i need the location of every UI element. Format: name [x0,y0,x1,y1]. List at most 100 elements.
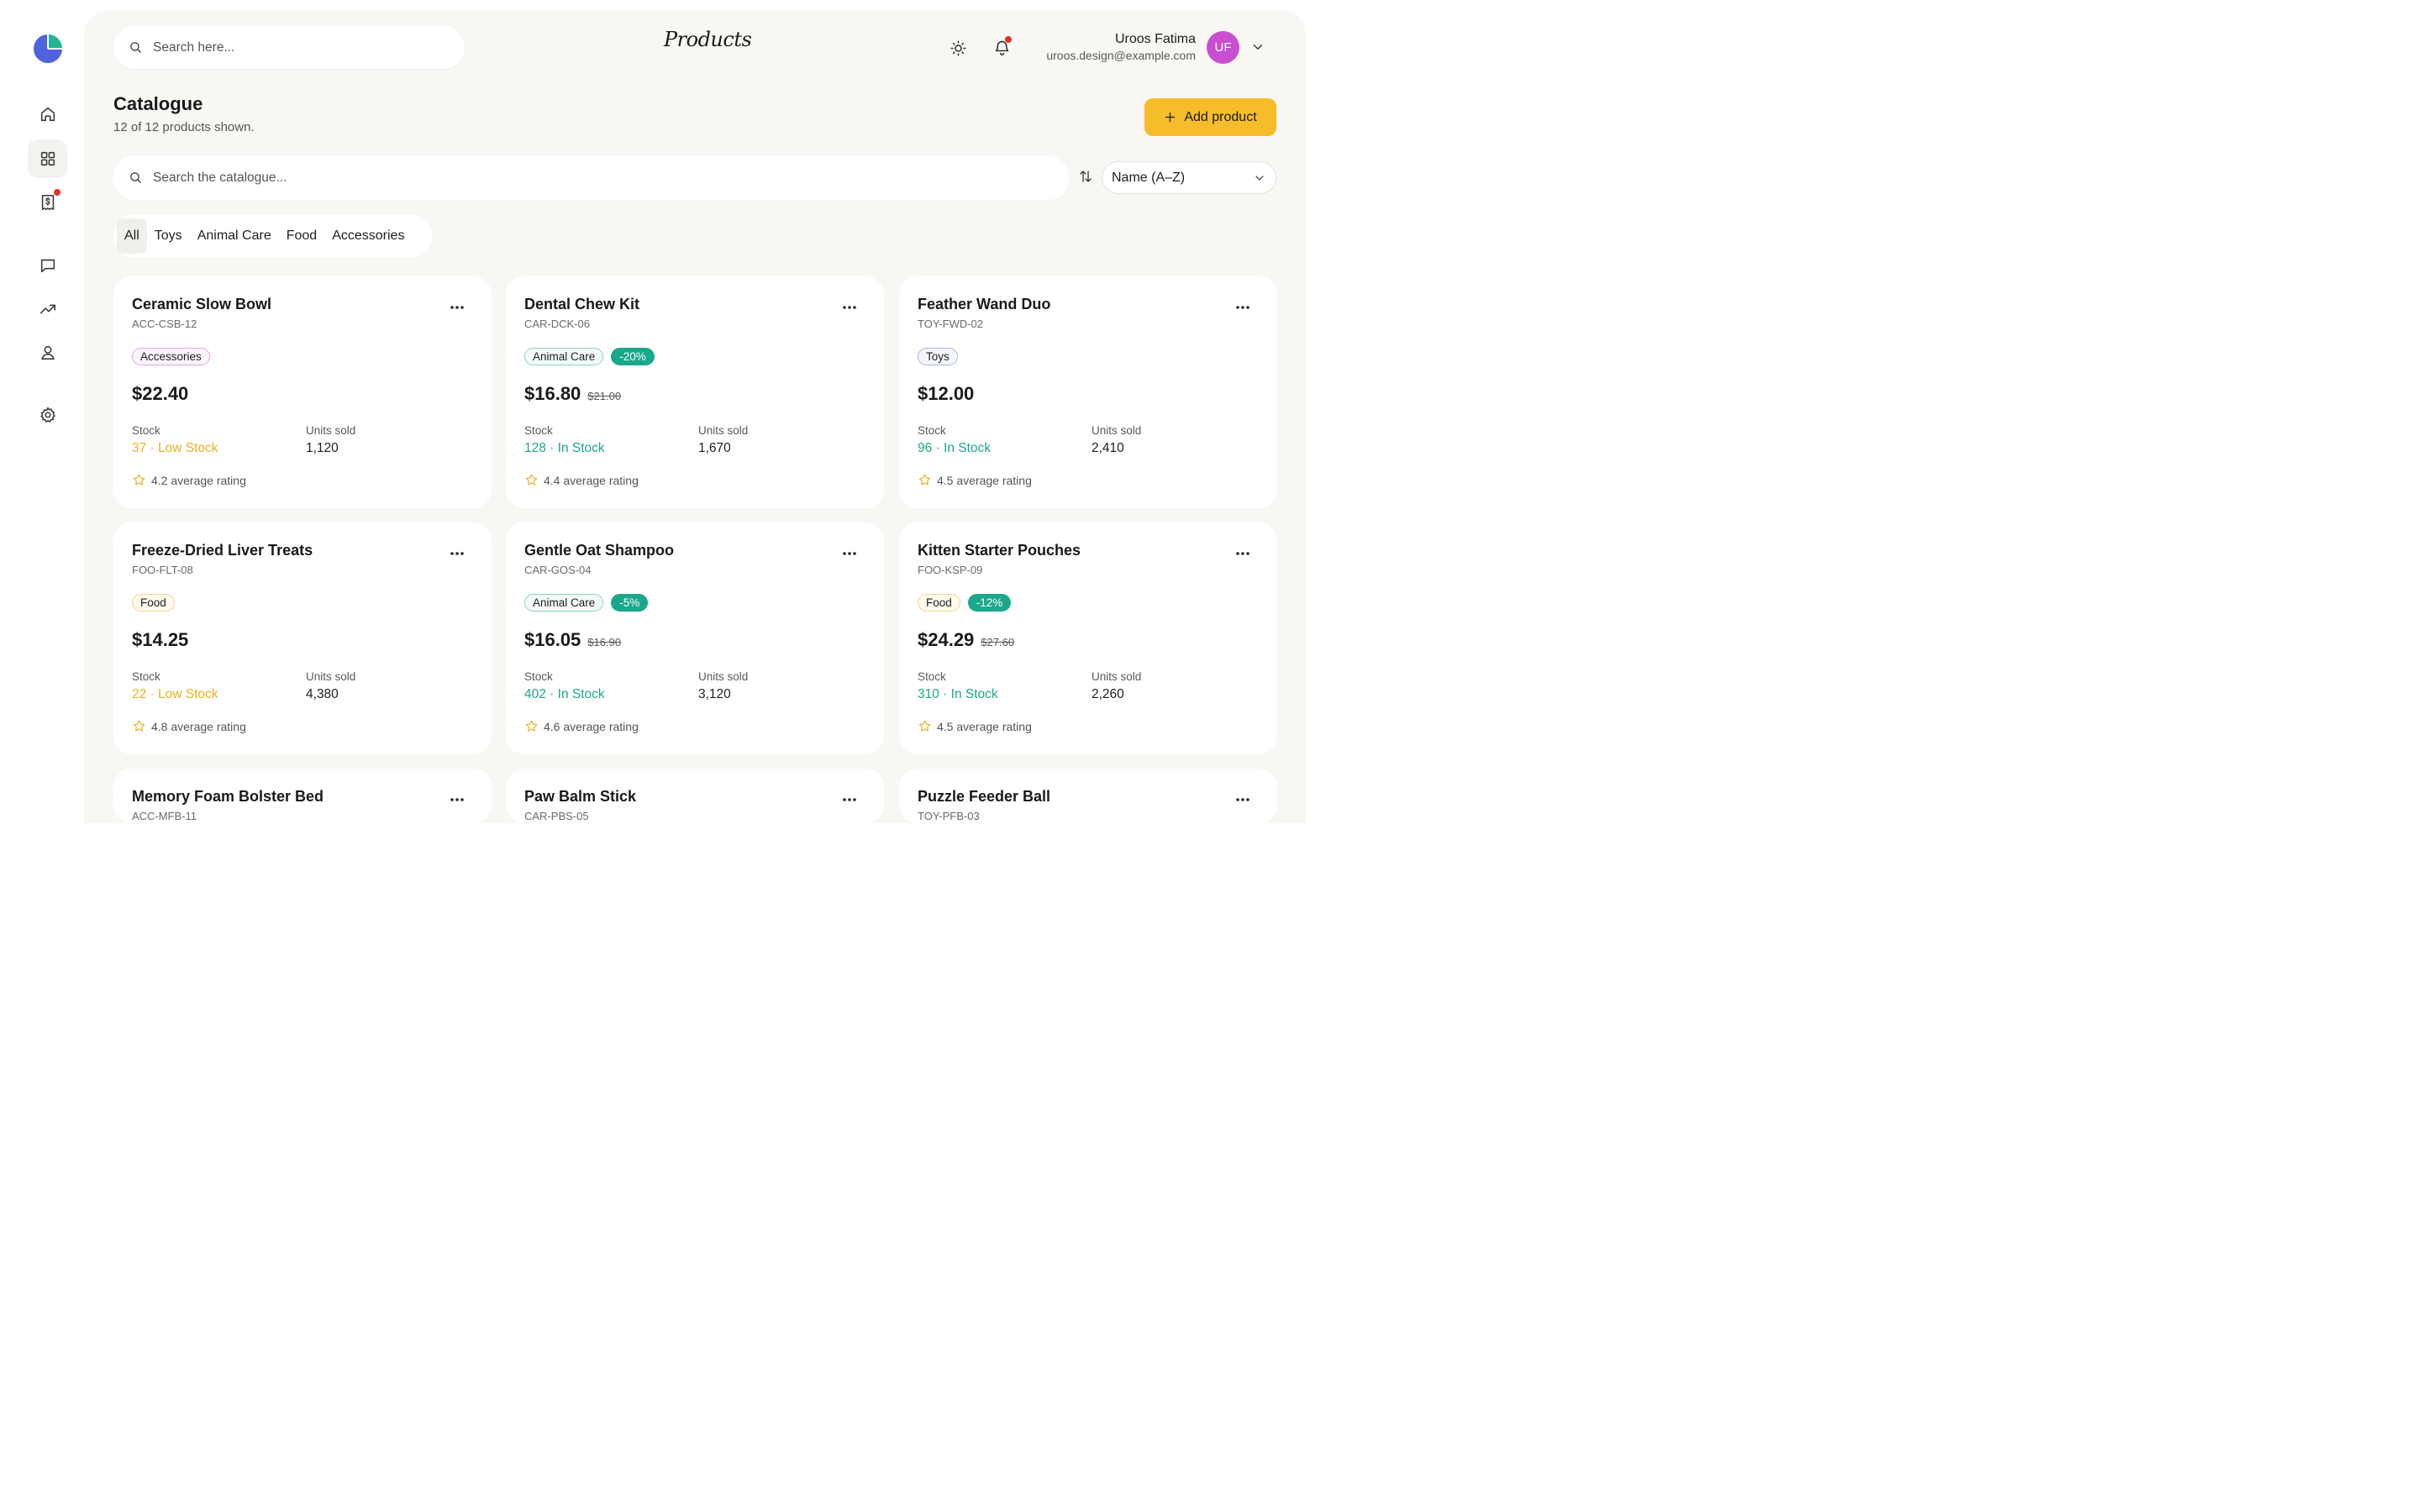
nav-messages[interactable] [28,246,67,285]
filter-animal-care[interactable]: Animal Care [190,218,279,254]
catalogue-title: Catalogue [113,93,203,114]
product-rating: 4.6 average rating [524,719,639,733]
user-name: Uroos Fatima [1114,32,1196,46]
sort-select[interactable]: Name (A–Z) [1102,161,1276,194]
star-icon [525,720,538,732]
stock-label: Stock [524,424,553,437]
chat-icon [40,259,55,273]
global-search-input[interactable]: Search here... [113,26,465,69]
product-card[interactable]: Memory Foam Bolster Bed ACC-MFB-11 [113,769,492,823]
user-menu-toggle[interactable] [1250,39,1265,55]
product-card[interactable]: Kitten Starter Pouches FOO-KSP-09 Food -… [899,522,1277,754]
add-product-button[interactable]: Add product [1144,98,1276,136]
more-icon[interactable] [1235,302,1250,312]
category-badge: Animal Care [524,594,604,612]
product-card[interactable]: Gentle Oat Shampoo CAR-GOS-04 Animal Car… [506,522,884,754]
catalogue-search-placeholder: Search the catalogue... [153,170,287,185]
product-rating: 4.8 average rating [132,719,246,733]
product-rating: 4.2 average rating [132,473,246,487]
product-sku: CAR-GOS-04 [524,564,592,576]
nav-customers[interactable] [28,333,67,372]
product-sku: CAR-PBS-05 [524,810,589,822]
product-card[interactable]: Feather Wand Duo TOY-FWD-02 Toys $12.00 … [899,276,1277,508]
category-badge: Food [918,594,960,612]
product-sku: FOO-FLT-08 [132,564,193,576]
avatar[interactable]: UF [1207,31,1239,64]
global-search-placeholder: Search here... [153,39,235,55]
units-sold-label: Units sold [306,424,356,437]
units-sold-value: 2,260 [1092,687,1124,701]
more-icon[interactable] [842,548,857,558]
nav-products[interactable] [28,139,67,178]
stock-label: Stock [132,424,160,437]
product-card[interactable]: Ceramic Slow Bowl ACC-CSB-12 Accessories… [113,276,492,508]
star-icon [133,720,145,732]
stock-status: 402 · In Stock [524,687,605,701]
product-card[interactable]: Paw Balm Stick CAR-PBS-05 [506,769,884,823]
product-name: Kitten Starter Pouches [918,542,1081,559]
product-card[interactable]: Freeze-Dried Liver Treats FOO-FLT-08 Foo… [113,522,492,754]
more-icon[interactable] [450,302,465,312]
units-sold-label: Units sold [1092,670,1142,683]
product-name: Ceramic Slow Bowl [132,296,272,312]
sidebar [0,0,84,823]
more-icon[interactable] [842,794,857,804]
notifications-button[interactable] [990,35,1013,59]
sort-direction-button[interactable] [1078,169,1095,186]
main-panel: Search here... Products Uroos Fatima uro… [84,11,1307,823]
discount-badge: -5% [611,594,649,612]
units-sold-label: Units sold [306,670,356,683]
product-card[interactable]: Dental Chew Kit CAR-DCK-06 Animal Care -… [506,276,884,508]
page-title: Products [664,28,752,51]
stock-status: 310 · In Stock [918,687,998,701]
product-card[interactable]: Puzzle Feeder Ball TOY-PFB-03 [899,769,1277,823]
product-name: Gentle Oat Shampoo [524,542,675,559]
stock-label: Stock [524,670,553,683]
filter-accessories[interactable]: Accessories [324,218,412,254]
original-price: $16.90 [587,636,622,648]
nav-analytics[interactable] [28,290,67,328]
filter-food[interactable]: Food [279,218,324,254]
logo-icon[interactable] [33,34,63,64]
more-icon[interactable] [1235,794,1250,804]
filter-all[interactable]: All [117,218,147,254]
stock-status: 37 · Low Stock [132,441,218,455]
product-price: $14.25 [132,629,189,650]
units-sold-value: 4,380 [306,687,339,701]
product-price: $22.40 [132,383,189,404]
product-name: Paw Balm Stick [524,788,637,805]
more-icon[interactable] [1235,548,1250,558]
product-price: $16.80 [524,383,581,404]
discount-badge: -20% [611,348,655,365]
theme-toggle-button[interactable] [946,36,970,60]
category-badge: Animal Care [524,348,604,365]
nav-home[interactable] [28,95,67,134]
product-name: Feather Wand Duo [918,296,1051,312]
catalogue-subtitle: 12 of 12 products shown. [113,120,255,134]
notification-dot [54,189,60,196]
stock-label: Stock [918,424,946,437]
category-badge: Toys [918,348,958,365]
rating-text: 4.5 average rating [937,473,1032,487]
nav-settings[interactable] [28,396,67,434]
user-email: uroos.design@example.com [1046,49,1196,62]
units-sold-value: 1,670 [698,441,731,455]
more-icon[interactable] [450,794,465,804]
more-icon[interactable] [450,548,465,558]
units-sold-label: Units sold [698,670,749,683]
discount-badge: -12% [967,594,1012,612]
catalogue-search-input[interactable]: Search the catalogue... [113,155,1069,200]
gear-icon [39,407,55,423]
nav-invoices[interactable] [28,183,67,222]
star-icon [525,474,538,486]
more-icon[interactable] [842,302,857,312]
product-sku: ACC-MFB-11 [132,810,197,822]
product-sku: TOY-FWD-02 [918,318,984,330]
chevron-down-icon [1253,45,1263,50]
invoice-icon [41,194,54,211]
category-filters: All Toys Animal Care Food Accessories [113,214,432,258]
filter-toys[interactable]: Toys [147,218,190,254]
original-price: $27.60 [981,636,1015,648]
plus-icon [1165,112,1176,123]
product-price: $24.29 [918,629,975,650]
